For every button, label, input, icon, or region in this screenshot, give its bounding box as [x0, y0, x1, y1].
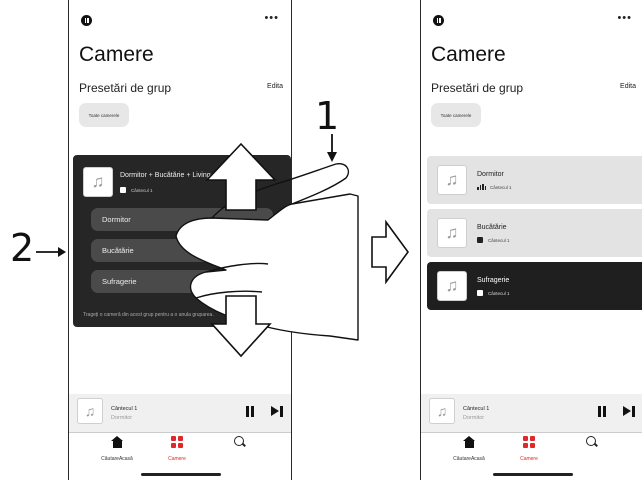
room-name: Dormitor — [477, 171, 504, 178]
music-note-icon: ♫ — [437, 271, 467, 301]
home-indicator — [141, 473, 221, 476]
more-options-icon[interactable]: ••• — [264, 12, 279, 24]
room-track-label: Cântecul 1 — [488, 290, 510, 296]
callout-number-2: 2 — [10, 226, 35, 270]
pause-button[interactable] — [597, 406, 607, 417]
stopped-square-icon — [477, 237, 483, 243]
room-track-label: Cântecul 1 — [488, 237, 510, 243]
music-note-icon: ♫ — [83, 167, 113, 197]
player-subtitle: Dormitor — [463, 415, 485, 421]
music-note-icon: ♫ — [437, 165, 467, 195]
room-card-sufragerie[interactable]: ♫ Sufragerie Cântecul 1 — [427, 262, 642, 310]
music-note-icon: ♫ — [429, 398, 455, 424]
ungroup-hint: Trageți o cameră din acest grup pentru a… — [83, 312, 214, 318]
group-track: Cântecul 1 — [120, 187, 153, 193]
room-name: Bucătărie — [477, 224, 507, 231]
mini-player[interactable]: ♫ Cântecul 1 Dormitor — [421, 394, 642, 432]
phone-screen-left: ••• Camere Presetări de grup Edita Toate… — [68, 0, 292, 480]
room-track-label: Cântecul 1 — [490, 184, 512, 190]
room-track: Cântecul 1 — [477, 184, 512, 190]
home-icon — [463, 436, 475, 448]
rooms-grid-icon — [523, 436, 535, 448]
group-expanded-panel: ♫ Dormitor + Bucătărie + Living Cântecul… — [73, 155, 291, 327]
room-track: Cântecul 1 — [477, 237, 510, 243]
search-icon — [586, 436, 596, 446]
music-note-icon: ♫ — [77, 398, 103, 424]
group-track-label: Cântecul 1 — [131, 187, 153, 193]
callout-2-arrow-icon — [58, 247, 66, 257]
player-title: Cântecul 1 — [463, 406, 490, 412]
tabbar-divider — [421, 432, 642, 433]
checkbox-icon[interactable] — [120, 187, 126, 193]
search-icon — [234, 436, 244, 446]
player-subtitle: Dormitor — [111, 415, 133, 421]
section-title: Presetări de grup — [79, 81, 172, 95]
pause-button[interactable] — [245, 406, 255, 417]
tab-rooms-label: Camere — [520, 456, 538, 462]
edit-button[interactable]: Edita — [267, 83, 283, 90]
section-title: Presetări de grup — [431, 81, 524, 95]
all-rooms-chip[interactable]: Toate camerele — [79, 103, 129, 127]
callout-1-arrow-icon — [327, 152, 337, 162]
room-pill-bucatarie[interactable]: Bucătărie — [91, 239, 273, 262]
room-pill-dormitor[interactable]: Dormitor — [91, 208, 273, 231]
phone-screen-right: ••• Camere Presetări de grup Edita Toate… — [420, 0, 642, 480]
transition-arrow-icon — [371, 219, 409, 285]
mini-player[interactable]: ♫ Cântecul 1 Dormitor — [69, 394, 291, 432]
next-track-button[interactable] — [271, 406, 285, 417]
room-pill-sufragerie[interactable]: Sufragerie — [91, 270, 273, 293]
room-card-bucatarie[interactable]: ♫ Bucătărie Cântecul 1 — [427, 209, 642, 257]
group-name: Dormitor + Bucătărie + Living — [120, 172, 211, 179]
rooms-grid-icon — [171, 436, 183, 448]
pause-circle-icon[interactable] — [81, 15, 92, 26]
page-title: Camere — [431, 43, 506, 66]
tabbar-divider — [69, 432, 291, 433]
music-note-icon: ♫ — [437, 218, 467, 248]
player-title: Cântecul 1 — [111, 406, 138, 412]
stopped-square-icon — [477, 290, 483, 296]
home-icon — [111, 436, 123, 448]
tab-home-label: CăutareAcasă — [453, 456, 485, 462]
pause-circle-icon[interactable] — [433, 15, 444, 26]
page-title: Camere — [79, 43, 154, 66]
home-indicator — [493, 473, 573, 476]
tab-rooms-label: Camere — [168, 456, 186, 462]
all-rooms-chip[interactable]: Toate camerele — [431, 103, 481, 127]
playing-bars-icon — [477, 184, 486, 190]
room-card-dormitor[interactable]: ♫ Dormitor Cântecul 1 — [427, 156, 642, 204]
tab-home-label: CăutareAcasă — [101, 456, 133, 462]
room-track: Cântecul 1 — [477, 290, 510, 296]
more-options-icon[interactable]: ••• — [617, 12, 632, 24]
edit-button[interactable]: Edita — [620, 83, 636, 90]
room-name: Sufragerie — [477, 277, 510, 284]
callout-number-1: 1 — [315, 94, 340, 138]
next-track-button[interactable] — [623, 406, 637, 417]
